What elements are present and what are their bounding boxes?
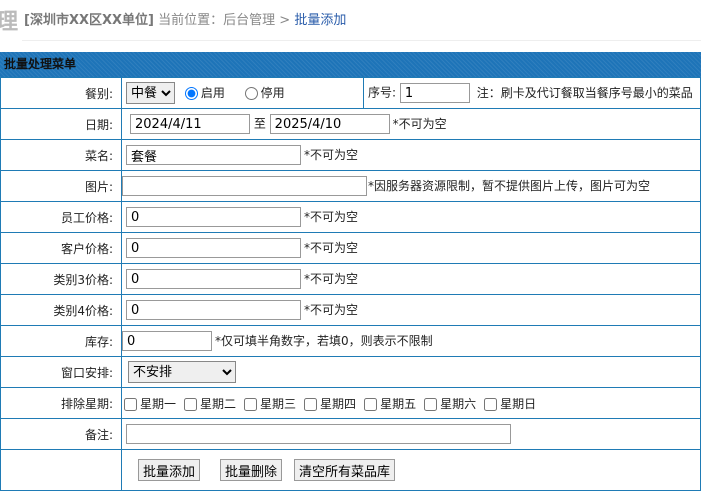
enable-label: 启用 [200, 85, 225, 100]
price-note: *不可为空 [304, 240, 359, 255]
day-checkbox[interactable]: 星期一 [124, 397, 176, 411]
disable-radio[interactable]: 停用 [244, 85, 285, 100]
enable-radio-input[interactable] [184, 86, 198, 100]
category3-price-input[interactable] [126, 269, 301, 289]
day-checkbox-input[interactable] [304, 397, 318, 411]
window-label: 窗口安排: [0, 356, 122, 388]
seq-input[interactable] [399, 83, 470, 103]
divider [22, 40, 701, 41]
price-label: 客户价格: [0, 232, 122, 264]
day-label: 星期三 [260, 396, 297, 411]
stock-row: 库存: *仅可填半角数字，若填0，则表示不限制 [0, 325, 701, 357]
seq-label: 序号: [368, 85, 397, 100]
day-label: 星期日 [500, 396, 537, 411]
customer-price-input[interactable] [126, 238, 301, 258]
stock-note: *仅可填半角数字，若填0，则表示不限制 [215, 333, 433, 348]
staff-price-input[interactable] [126, 207, 301, 227]
date-to-label: 至 [253, 116, 266, 131]
breadcrumb-current: 批量添加 [294, 13, 347, 28]
day-checkbox[interactable]: 星期四 [304, 397, 356, 411]
meal-select[interactable]: 中餐 [126, 82, 175, 104]
remark-row: 备注: [0, 418, 701, 450]
price-label: 类别3价格: [0, 263, 122, 295]
day-checkbox[interactable]: 星期二 [184, 397, 236, 411]
logo: 理 [0, 10, 19, 35]
price-note: *不可为空 [304, 209, 359, 224]
price-row: 客户价格: *不可为空 [0, 232, 701, 264]
actions-row: 批量添加 批量删除 清空所有菜品库 [0, 449, 701, 491]
price-note: *不可为空 [304, 302, 359, 317]
category4-price-input[interactable] [126, 300, 301, 320]
day-label: 星期四 [320, 396, 357, 411]
seq-note: 注：刷卡及代订餐取当餐序号最小的菜品 [476, 85, 693, 100]
date-from-input[interactable] [130, 114, 250, 134]
name-note: *不可为空 [304, 147, 359, 162]
remark-input[interactable] [126, 424, 511, 444]
stock-input[interactable] [122, 331, 212, 351]
window-row: 窗口安排: 不安排 [0, 356, 701, 388]
breadcrumb-path: 后台管理 > [223, 13, 291, 28]
exclude-row: 排除星期: 星期一 星期二 星期三 星期四 星期五 星期六 星期日 [0, 387, 701, 419]
day-checkbox-input[interactable] [244, 397, 258, 411]
price-label: 员工价格: [0, 201, 122, 233]
day-label: 星期二 [200, 396, 237, 411]
day-label: 星期一 [140, 396, 177, 411]
day-checkbox-input[interactable] [424, 397, 438, 411]
price-label: 类别4价格: [0, 294, 122, 326]
day-checkbox-input[interactable] [364, 397, 378, 411]
enable-radio[interactable]: 启用 [184, 85, 225, 100]
price-note: *不可为空 [304, 271, 359, 286]
name-row: 菜名: *不可为空 [0, 139, 701, 171]
stock-label: 库存: [0, 325, 122, 357]
disable-radio-input[interactable] [244, 86, 258, 100]
price-row: 员工价格: *不可为空 [0, 201, 701, 233]
image-input[interactable] [122, 176, 367, 196]
org-name: [深圳市XX区XX单位] [24, 13, 154, 28]
day-checkbox-input[interactable] [184, 397, 198, 411]
day-label: 星期五 [380, 396, 417, 411]
day-label: 星期六 [440, 396, 477, 411]
batch-form: 餐别: 中餐 启用 停用 序号: 注：刷卡及代订餐取当餐序号最小的菜品 日期: … [0, 77, 701, 491]
remark-label: 备注: [0, 418, 122, 450]
date-to-input[interactable] [269, 114, 390, 134]
image-row: 图片: *因服务器资源限制，暂不提供图片上传，图片可为空 [0, 170, 701, 202]
day-checkbox[interactable]: 星期日 [484, 397, 536, 411]
disable-label: 停用 [260, 85, 285, 100]
date-note: *不可为空 [392, 116, 447, 131]
price-row: 类别4价格: *不可为空 [0, 294, 701, 326]
exclude-label: 排除星期: [0, 387, 122, 419]
day-checkbox-input[interactable] [124, 397, 137, 411]
batch-delete-button[interactable]: 批量删除 [220, 459, 283, 481]
day-checkbox[interactable]: 星期三 [244, 397, 296, 411]
date-label: 日期: [0, 108, 122, 140]
window-select[interactable]: 不安排 [128, 361, 236, 383]
image-label: 图片: [0, 170, 122, 202]
day-checkbox[interactable]: 星期五 [364, 397, 416, 411]
batch-add-button[interactable]: 批量添加 [138, 459, 201, 481]
day-checkbox[interactable]: 星期六 [424, 397, 476, 411]
date-row: 日期: 至 *不可为空 [0, 108, 701, 140]
location-label: 当前位置： [158, 13, 224, 28]
breadcrumb: [深圳市XX区XX单位] 当前位置：后台管理 > 批量添加 [24, 9, 346, 28]
name-input[interactable] [126, 145, 301, 165]
day-checkbox-input[interactable] [484, 397, 498, 411]
price-row: 类别3价格: *不可为空 [0, 263, 701, 295]
name-label: 菜名: [0, 139, 122, 171]
panel-title: 批量处理菜单 [0, 52, 701, 77]
image-note: *因服务器资源限制，暂不提供图片上传，图片可为空 [368, 178, 651, 193]
meal-row: 餐别: 中餐 启用 停用 序号: 注：刷卡及代订餐取当餐序号最小的菜品 [0, 77, 701, 109]
meal-label: 餐别: [0, 77, 122, 109]
clear-all-button[interactable]: 清空所有菜品库 [294, 459, 396, 481]
